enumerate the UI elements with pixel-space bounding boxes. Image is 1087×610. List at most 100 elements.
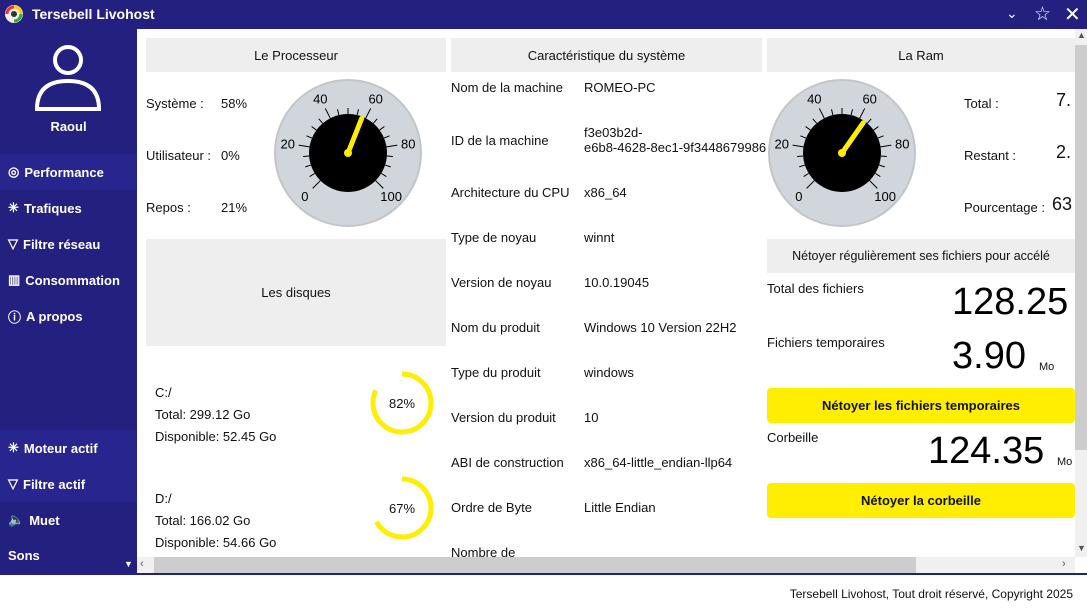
star-icon[interactable]: ☆ <box>1034 3 1051 26</box>
clean-trash-button[interactable]: Nétoyer la corbeille <box>767 483 1075 518</box>
system-label: Système : <box>146 96 204 111</box>
temp-files-label: Fichiers temporaires <box>767 335 885 350</box>
system-row-value: Little Endian <box>584 500 656 515</box>
trash-label: Corbeille <box>767 430 819 445</box>
trash-value: 124.35 <box>928 430 1045 472</box>
performance-icon: ◎ <box>8 164 20 179</box>
system-row-label: Version du produit <box>451 410 556 425</box>
gauge-hub <box>344 149 352 157</box>
app-logo-icon <box>5 5 23 23</box>
gauge-tick-label: 100 <box>874 189 896 204</box>
system-row-value: x86_64 <box>584 185 627 200</box>
footer-copyright: Tersebell Livohost, Tout droit réservé, … <box>789 587 1073 601</box>
horizontal-scrollbar[interactable]: ‹ › <box>137 557 1075 573</box>
system-row-label: Nom de la machine <box>451 80 563 95</box>
vertical-scrollbar[interactable]: ▲ ▼ <box>1075 29 1087 557</box>
user-avatar-icon <box>34 45 102 111</box>
system-row-value: f3e03b2d- e6b8-4628-8ec1-9f3448679986 <box>584 125 767 155</box>
title-bar: Tersebell Livohost ⌄ ☆ ✕ <box>0 0 1087 29</box>
system-header: Caractéristique du système <box>451 38 762 72</box>
gauge-tick-label: 20 <box>775 136 789 151</box>
system-row-label: Nom du produit <box>451 320 540 335</box>
footer-divider <box>0 573 1087 575</box>
disk-d-free: Disponible: 54.66 Go <box>155 535 277 550</box>
total-files-label: Total des fichiers <box>767 281 864 296</box>
sidebar-item-consommation[interactable]: ▥ Consommation <box>0 262 137 298</box>
close-icon[interactable]: ✕ <box>1064 2 1081 27</box>
disk-c-total: Total: 299.12 Go <box>155 407 251 422</box>
chart-icon: ▥ <box>8 272 21 287</box>
system-value: 58% <box>221 96 248 111</box>
muet-toggle[interactable]: 🔈 Muet <box>0 502 137 538</box>
vertical-scroll-thumb[interactable] <box>1075 45 1087 450</box>
sidebar: Raoul ◎ Performance ✳ Trafiques ▽ Filtre ré… <box>0 29 137 573</box>
filter-icon: ▽ <box>8 236 18 251</box>
sidebar-item-filtre-reseau[interactable]: ▽ Filtre réseau <box>0 226 137 262</box>
total-files-value: 128.25 <box>952 281 1069 323</box>
system-row-value: ROMEO-PC <box>584 80 656 95</box>
scroll-down-icon[interactable]: ▼ <box>1077 543 1086 553</box>
speaker-mute-icon: 🔈 <box>8 512 25 527</box>
user-name: Raoul <box>50 119 87 134</box>
sons-item[interactable]: Sons <box>0 537 137 573</box>
chevron-down-icon[interactable]: ⌄ <box>1006 5 1018 22</box>
disks-header: Les disques <box>146 239 446 346</box>
network-icon: ✳ <box>8 200 19 215</box>
gauge-hub <box>838 149 846 157</box>
clean-temp-button[interactable]: Nétoyer les fichiers temporaires <box>767 388 1075 423</box>
gauge-tick-label: 0 <box>795 189 802 204</box>
ram-percent-value: 63 <box>1052 194 1073 214</box>
processor-header: Le Processeur <box>146 38 446 72</box>
filter-icon: ▽ <box>8 476 18 491</box>
disk-c-percent: 82% <box>388 396 416 411</box>
system-row-value: windows <box>584 365 634 380</box>
temp-files-unit: Mo <box>1039 361 1055 373</box>
system-row-label: ABI de construction <box>451 455 564 470</box>
system-row-label: Type du produit <box>451 365 541 380</box>
sidebar-scroll-down-icon[interactable]: ▼ <box>124 559 133 569</box>
disk-d-percent: 67% <box>388 501 416 516</box>
scroll-left-icon[interactable]: ‹ <box>140 558 144 570</box>
gauge-tick-label: 60 <box>368 92 382 107</box>
system-row-label: Version de noyau <box>451 275 552 290</box>
system-row-label: Type de noyau <box>451 230 537 245</box>
system-row-value: x86_64-little_endian-llp64 <box>584 455 733 470</box>
ram-free-value: 2. <box>1056 142 1072 162</box>
disk-d-total: Total: 166.02 Go <box>155 513 251 528</box>
disk-c-name: C:/ <box>155 385 172 400</box>
sidebar-item-performance[interactable]: ◎ Performance <box>0 154 137 190</box>
sidebar-item-trafiques[interactable]: ✳ Trafiques <box>0 190 137 226</box>
system-row-value: winnt <box>584 230 615 245</box>
system-row-value: 10 <box>584 410 599 425</box>
gauge-tick-label: 80 <box>895 136 909 151</box>
idle-label: Repos : <box>146 200 191 215</box>
temp-files-value: 3.90 <box>952 335 1026 377</box>
ram-free-label: Restant : <box>964 148 1017 163</box>
moteur-actif-toggle[interactable]: ✳ Moteur actif <box>0 430 137 466</box>
ram-percent-label: Pourcentage : <box>964 200 1045 215</box>
horizontal-scroll-thumb[interactable] <box>154 557 916 573</box>
disk-d-name: D:/ <box>155 491 172 506</box>
system-row-label: Ordre de Byte <box>451 500 532 515</box>
filtre-actif-toggle[interactable]: ▽ Filtre actif <box>0 466 137 502</box>
gauge-tick-label: 100 <box>380 189 402 204</box>
ram-total-value: 7. <box>1056 90 1072 110</box>
user-label: Utilisateur : <box>146 148 212 163</box>
ram-total-label: Total : <box>964 96 999 111</box>
app-title: Tersebell Livohost <box>32 6 155 22</box>
cleanup-banner: Nétoyer régulièrement ses fichiers pour … <box>767 239 1075 273</box>
info-icon: ⓘ <box>8 309 22 325</box>
gauge-tick-label: 40 <box>313 92 327 107</box>
cpu-gauge: 0 20 40 60 80 100 <box>274 79 422 227</box>
ram-header: La Ram <box>767 38 1075 72</box>
system-row-value: Windows 10 Version 22H2 <box>584 320 737 335</box>
sidebar-item-a-propos[interactable]: ⓘ A propos <box>0 298 137 334</box>
gauge-tick-label: 40 <box>807 92 821 107</box>
system-row-value: 10.0.19045 <box>584 275 650 290</box>
system-row-label: Architecture du CPU <box>451 185 570 200</box>
gauge-tick-label: 0 <box>301 189 308 204</box>
scroll-up-icon[interactable]: ▲ <box>1077 30 1086 40</box>
ram-gauge: 0 20 40 60 80 100 <box>768 79 916 227</box>
disk-c-free: Disponible: 52.45 Go <box>155 429 277 444</box>
scroll-right-icon[interactable]: › <box>1062 558 1066 570</box>
